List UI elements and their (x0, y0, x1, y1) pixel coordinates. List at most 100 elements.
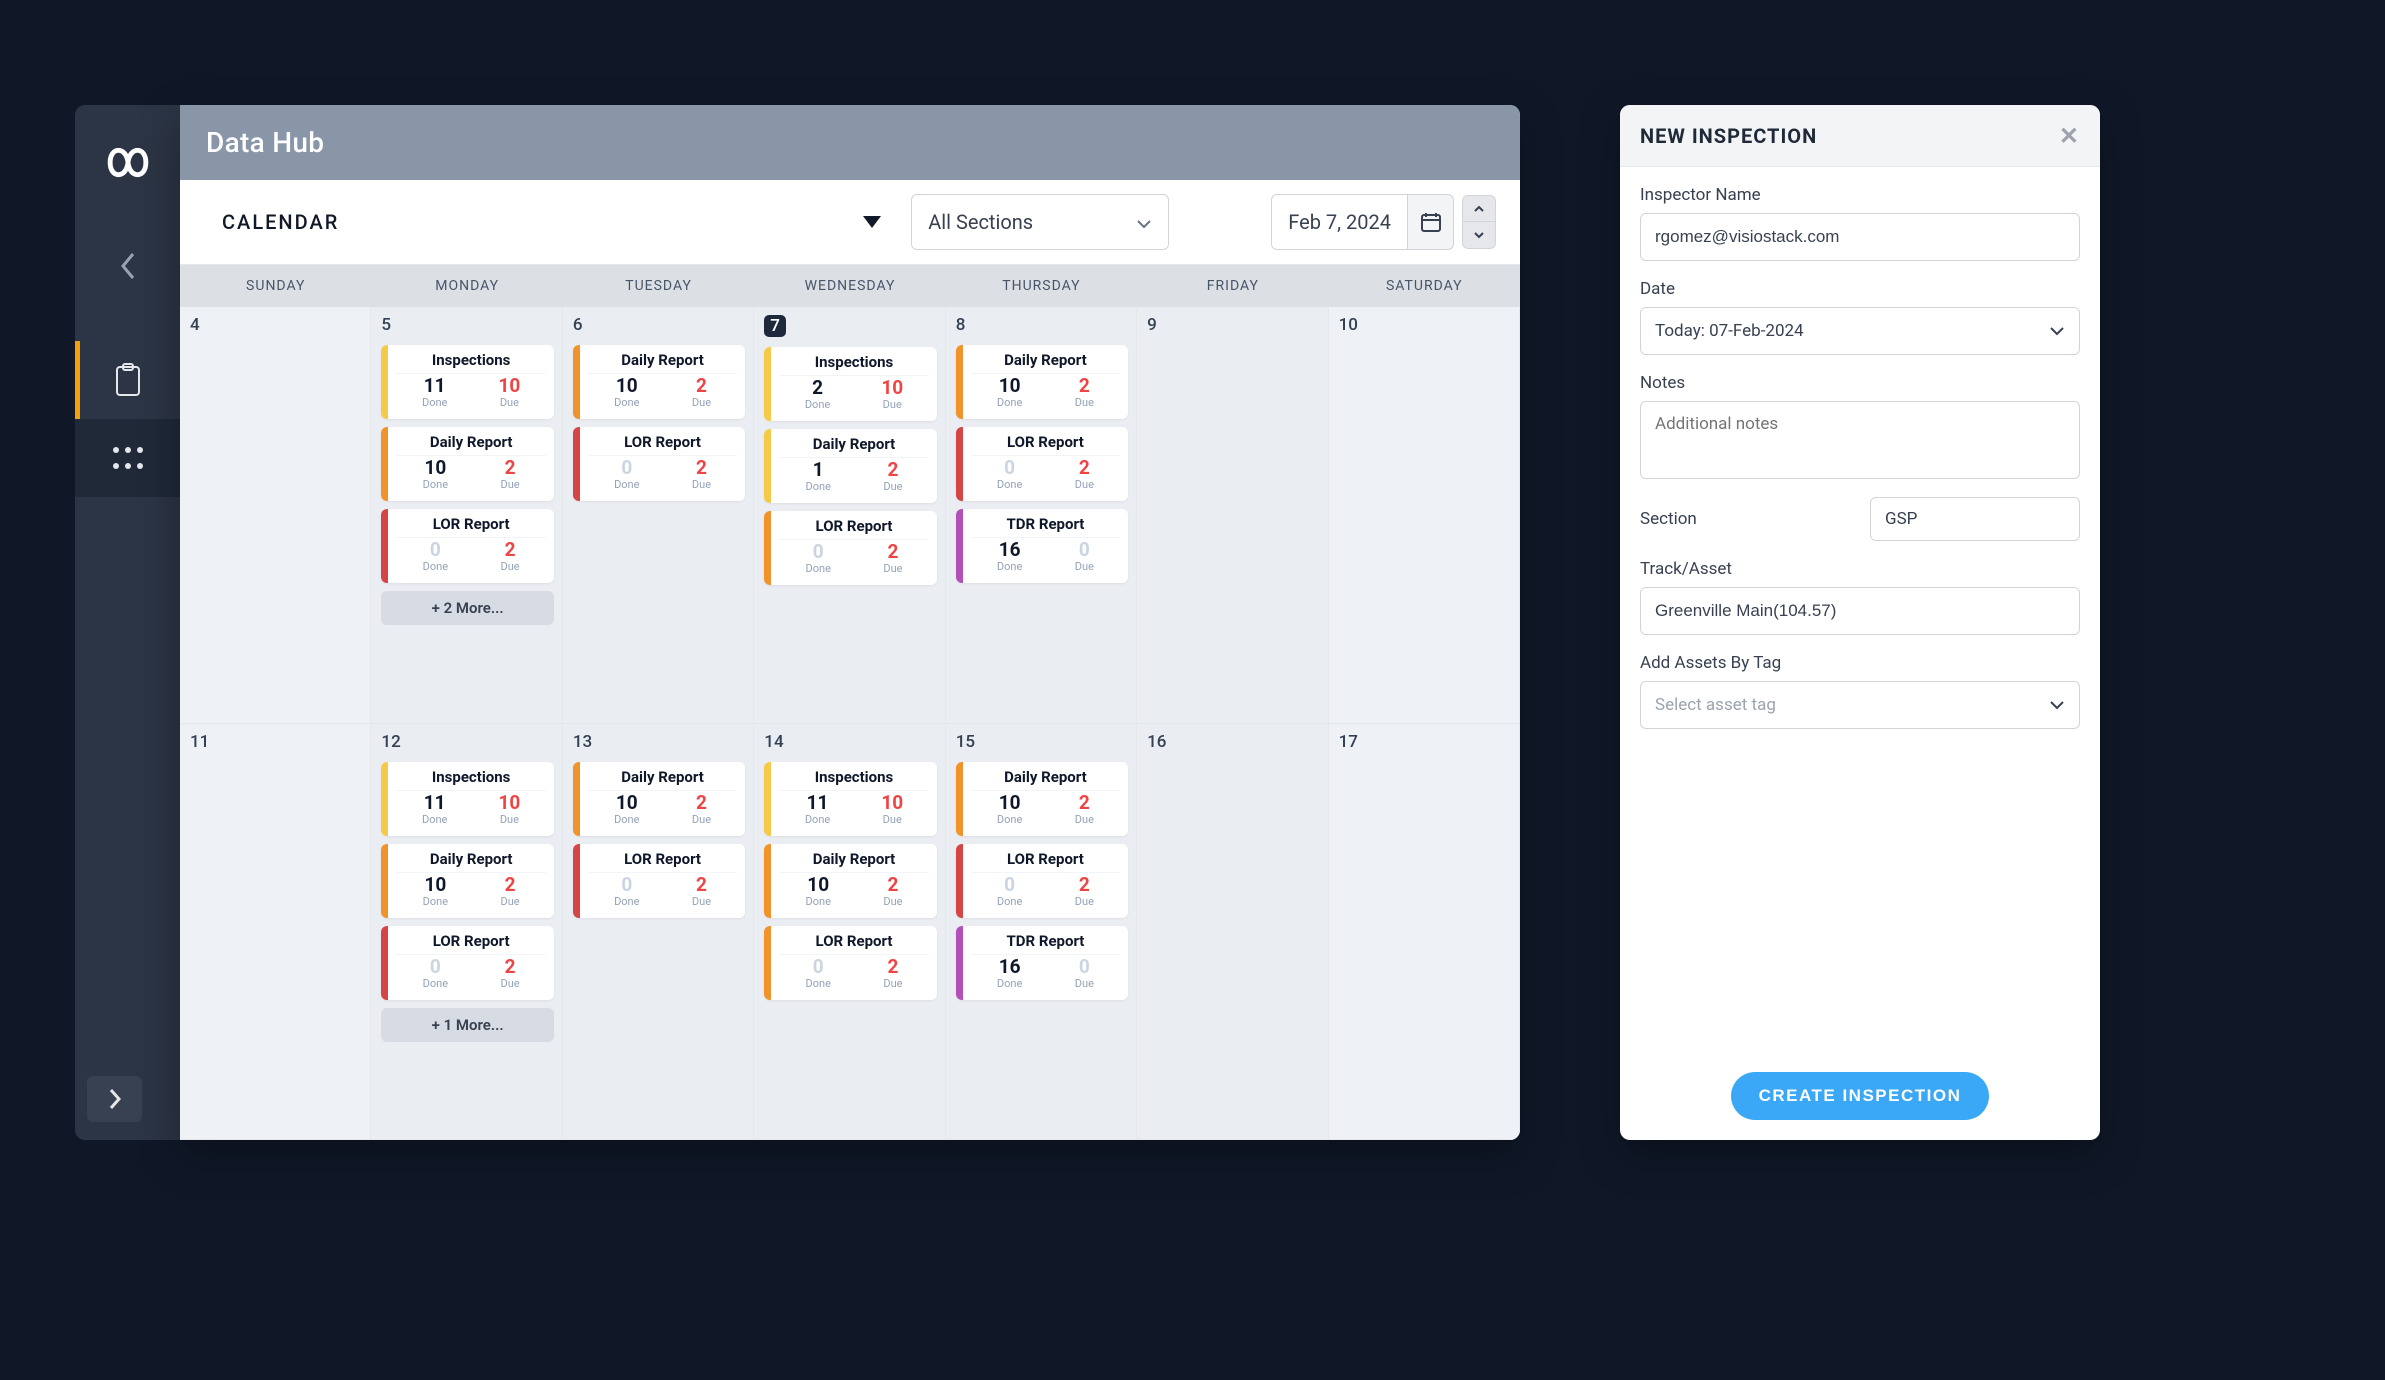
report-card[interactable]: Daily Report1Done2Due (764, 429, 936, 503)
card-body: LOR Report0Done2Due (580, 427, 745, 501)
create-inspection-button[interactable]: CREATE INSPECTION (1731, 1072, 1990, 1120)
due-value: 2 (692, 458, 711, 477)
report-card[interactable]: LOR Report0Done2Due (956, 844, 1128, 918)
calendar-day[interactable]: 12Inspections11Done10DueDaily Report10Do… (371, 724, 562, 1141)
card-row: 10Done2Due (588, 373, 737, 409)
calendar-day[interactable]: 10 (1329, 307, 1520, 724)
report-card[interactable]: LOR Report0Done2Due (764, 926, 936, 1000)
due-label: Due (500, 977, 519, 990)
date-display[interactable]: Feb 7, 2024 (1271, 194, 1408, 250)
card-body: Daily Report10Done2Due (388, 427, 553, 501)
card-body: Daily Report10Done2Due (771, 844, 936, 918)
report-card[interactable]: LOR Report0Done2Due (573, 844, 745, 918)
section-select[interactable]: All Sections (911, 194, 1169, 250)
date-step-up[interactable] (1462, 195, 1496, 222)
calendar-day[interactable]: 15Daily Report10Done2DueLOR Report0Done2… (946, 724, 1137, 1141)
track-asset-input[interactable] (1640, 587, 2080, 635)
card-title: Daily Report (588, 351, 737, 369)
accent-bar (381, 926, 388, 1000)
done-value: 11 (422, 376, 447, 395)
accent-bar (381, 844, 388, 918)
calendar-icon-button[interactable] (1408, 194, 1454, 250)
logo (102, 130, 154, 186)
more-button[interactable]: + 2 More... (381, 591, 553, 625)
day-number: 5 (381, 315, 391, 335)
card-row: 0Done2Due (396, 537, 545, 573)
calendar-day[interactable]: 5 Inspections11Done10Due Daily Report10Don… (371, 307, 562, 724)
due-label: Due (1075, 977, 1094, 990)
done-label: Done (422, 396, 447, 409)
report-card[interactable]: TDR Report 16Done0Due (956, 926, 1128, 1000)
calendar-day[interactable]: 7 Inspections2Done10Due Daily Report1Done2… (754, 307, 945, 724)
asset-tag-select[interactable]: Select asset tag (1640, 681, 2080, 729)
card-row: 0Done2Due (588, 872, 737, 908)
chevron-down-icon (2049, 321, 2065, 341)
due-value: 2 (883, 875, 902, 894)
report-card[interactable]: Daily Report10Done2Due (956, 345, 1128, 419)
done-value: 10 (614, 376, 639, 395)
calendar-day[interactable]: 13Daily Report10Done2DueLOR Report0Done2… (563, 724, 754, 1141)
card-title: Daily Report (971, 768, 1120, 786)
done-value: 10 (614, 793, 639, 812)
calendar-day[interactable]: 9 (1137, 307, 1328, 724)
report-card[interactable]: Daily Report 10Done2Due (573, 345, 745, 419)
day-cards: Inspections11Done10Due Daily Report10Done… (381, 762, 553, 1042)
report-card[interactable]: Daily Report10Done2Due (381, 844, 553, 918)
report-card[interactable]: Daily Report10Done2Due (381, 427, 553, 501)
date-field-select[interactable]: Today: 07-Feb-2024 (1640, 307, 2080, 355)
report-card[interactable]: Inspections11Done10Due (381, 762, 553, 836)
calendar-day[interactable]: 14Inspections11Done10DueDaily Report10Do… (754, 724, 945, 1141)
day-cards: Daily Report10Done2Due LOR Report0Done2Du… (573, 762, 745, 918)
day-cards: Daily Report10Done2DueLOR Report0Done2Du… (573, 345, 745, 501)
notes-textarea[interactable] (1640, 401, 2080, 479)
card-title: TDR Report (971, 932, 1120, 950)
report-card[interactable]: Daily Report10Done2Due (956, 762, 1128, 836)
day-cards: Daily Report10Done2Due LOR Report0Done2Du… (956, 762, 1128, 1000)
report-card[interactable]: Inspections11Done10Due (764, 762, 936, 836)
report-card[interactable]: Daily Report10Done2Due (764, 844, 936, 918)
nav-apps[interactable] (75, 419, 180, 497)
done-value: 0 (423, 957, 448, 976)
report-card[interactable]: Inspections11Done10Due (381, 345, 553, 419)
calendar-day[interactable]: 4 (180, 307, 371, 724)
card-title: Daily Report (779, 850, 928, 868)
report-card[interactable]: TDR Report16Done0Due (956, 509, 1128, 583)
report-card[interactable]: LOR Report0Done2Due (764, 511, 936, 585)
close-icon[interactable]: ✕ (2059, 122, 2080, 150)
calendar-week: 45Inspections11Done10DueDaily Report10Do… (180, 307, 1520, 724)
calendar-day[interactable]: 6Daily Report10Done2DueLOR Report0Done2D… (563, 307, 754, 724)
view-select[interactable]: CALENDAR (204, 194, 899, 250)
card-body: LOR Report0Done2Due (771, 926, 936, 1000)
report-card[interactable]: Inspections2Done10Due (764, 347, 936, 421)
section-field-value: GSP (1885, 509, 1917, 529)
calendar-day[interactable]: 16 (1137, 724, 1328, 1141)
due-label: Due (883, 895, 902, 908)
calendar-day[interactable]: 17 (1329, 724, 1520, 1141)
nav-clipboard[interactable] (75, 341, 180, 419)
section-field-select[interactable]: GSP (1870, 497, 2080, 541)
calendar-day[interactable]: 8Daily Report10Done2DueLOR Report0Done2D… (946, 307, 1137, 724)
report-card[interactable]: LOR Report0Done2Due (381, 926, 553, 1000)
calendar-day[interactable]: 11 (180, 724, 371, 1141)
nav (75, 341, 180, 497)
more-button[interactable]: + 1 More... (381, 1008, 553, 1042)
done-value: 0 (997, 875, 1022, 894)
report-card[interactable]: LOR Report0Done2Due (381, 509, 553, 583)
view-select-label: CALENDAR (222, 210, 339, 234)
date-step-down[interactable] (1462, 222, 1496, 249)
report-card[interactable]: LOR Report0Done2Due (573, 427, 745, 501)
done-label: Done (614, 396, 639, 409)
expand-sidebar-button[interactable] (87, 1076, 142, 1122)
done-value: 10 (806, 875, 831, 894)
card-title: LOR Report (779, 932, 928, 950)
done-label: Done (423, 895, 448, 908)
card-row: 16Done0Due (971, 954, 1120, 990)
chevron-down-icon (1136, 210, 1152, 234)
report-card[interactable]: Daily Report10Done2Due (573, 762, 745, 836)
day-number: 7 (764, 315, 786, 337)
back-button[interactable] (75, 238, 180, 293)
report-card[interactable]: LOR Report0Done2Due (956, 427, 1128, 501)
done-label: Done (997, 478, 1022, 491)
inspector-name-input[interactable] (1640, 213, 2080, 261)
done-label: Done (614, 478, 639, 491)
